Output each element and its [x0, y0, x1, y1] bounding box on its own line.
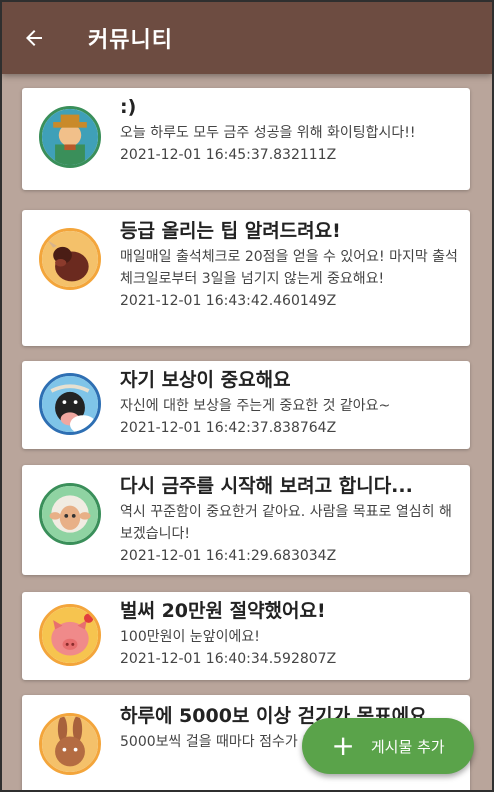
- cow-avatar: [39, 373, 101, 435]
- add-post-button[interactable]: + 게시물 추가: [302, 718, 474, 774]
- post-card[interactable]: 자기 보상이 중요해요 자신에 대한 보상을 주는게 중요한 것 같아요~ 20…: [22, 361, 470, 449]
- post-body: 매일매일 출석체크로 20점을 얻을 수 있어요! 마지막 출석체크일로부터 3…: [120, 249, 458, 287]
- post-timestamp: 2021-12-01 16:41:29.683034Z: [120, 548, 337, 564]
- post-title: 다시 금주를 시작해 보려고 합니다...: [120, 475, 413, 497]
- app-bar: 커뮤니티: [2, 2, 492, 74]
- post-timestamp: 2021-12-01 16:42:37.838764Z: [120, 420, 337, 436]
- post-body: 오늘 하루도 모두 금주 성공을 위해 화이팅합시다!!: [120, 125, 416, 141]
- plus-icon: +: [331, 729, 355, 762]
- post-timestamp: 2021-12-01 16:40:34.592807Z: [120, 651, 337, 667]
- bull-avatar: [39, 228, 101, 290]
- app-frame: 커뮤니티 :) 오늘 하루도 모두 금주 성공을 위해 화이팅합시다!! 202…: [0, 0, 494, 792]
- post-body: 역시 꾸준함이 중요한거 같아요. 사람을 목표로 열심히 해보겠습니다!: [120, 504, 452, 542]
- rabbit-avatar: [39, 713, 101, 775]
- post-card[interactable]: 등급 올리는 팁 알려드려요! 매일매일 출석체크로 20점을 얻을 수 있어요…: [22, 210, 470, 346]
- pig-avatar: [39, 604, 101, 666]
- page-title: 커뮤니티: [88, 28, 173, 53]
- post-card[interactable]: 벌써 20만원 절약했어요! 100만원이 눈앞이에요! 2021-12-01 …: [22, 592, 470, 680]
- post-card[interactable]: :) 오늘 하루도 모두 금주 성공을 위해 화이팅합시다!! 2021-12-…: [22, 88, 470, 190]
- post-title: 자기 보상이 중요해요: [120, 369, 291, 391]
- post-card[interactable]: 다시 금주를 시작해 보려고 합니다... 역시 꾸준함이 중요한거 같아요. …: [22, 465, 470, 575]
- post-body: 자신에 대한 보상을 주는게 중요한 것 같아요~: [120, 398, 391, 414]
- post-title: 벌써 20만원 절약했어요!: [120, 600, 326, 622]
- post-title: :): [120, 96, 137, 118]
- post-title: 등급 올리는 팁 알려드려요!: [120, 220, 341, 242]
- sheep-avatar: [39, 483, 101, 545]
- post-timestamp: 2021-12-01 16:45:37.832111Z: [120, 147, 337, 163]
- add-post-label: 게시물 추가: [370, 737, 445, 756]
- back-button[interactable]: [14, 18, 54, 58]
- arrow-left-icon: [26, 30, 42, 46]
- farmer-avatar: [39, 106, 101, 168]
- post-body: 100만원이 눈앞이에요!: [120, 629, 260, 645]
- post-list[interactable]: :) 오늘 하루도 모두 금주 성공을 위해 화이팅합시다!! 2021-12-…: [2, 74, 492, 790]
- post-timestamp: 2021-12-01 16:43:42.460149Z: [120, 293, 337, 309]
